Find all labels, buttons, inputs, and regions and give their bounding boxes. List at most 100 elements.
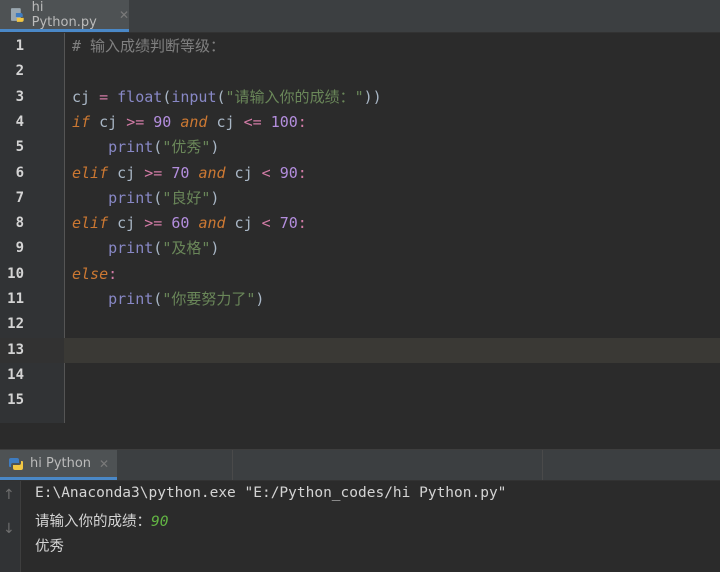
code-text: if cj >= 90 and cj <= 100: (72, 110, 307, 135)
code-token: : (297, 214, 307, 233)
code-token: ) (210, 138, 220, 157)
code-token: "你要努力了" (162, 290, 256, 308)
code-token: 60 (171, 214, 190, 233)
editor-tab-bar: hi Python.py ✕ (0, 0, 720, 33)
code-text: elif cj >= 70 and cj < 90: (72, 161, 307, 186)
code-token: ( (153, 290, 163, 308)
code-token: 90 (279, 163, 298, 182)
console-command-line: E:\Anaconda3\python.exe "E:/Python_codes… (35, 485, 507, 501)
line-number: 6 (15, 164, 24, 181)
code-text: cj = float(input("请输入你的成绩：")) (72, 85, 382, 110)
editor-tab-label: hi Python.py (31, 0, 97, 30)
code-token: 90 (153, 112, 172, 131)
line-number: 11 (7, 291, 24, 307)
code-line[interactable]: 12 (0, 312, 720, 337)
scroll-up-icon[interactable]: ↑ (3, 487, 15, 503)
editor-tab-hi-python[interactable]: hi Python.py ✕ (0, 0, 129, 32)
toolbar-separator (542, 450, 543, 480)
code-token: >= (144, 163, 163, 182)
code-token: if (72, 112, 91, 131)
code-token: print (108, 138, 154, 157)
line-number: 1 (15, 38, 24, 54)
line-number: 8 (15, 215, 24, 232)
code-token: cj (72, 87, 100, 106)
line-number: 13 (7, 341, 24, 358)
code-token: < (261, 163, 271, 182)
code-token: "及格" (162, 239, 211, 258)
code-line[interactable]: 11 print("你要努力了") (0, 287, 720, 312)
code-line[interactable]: 15 (0, 388, 720, 413)
code-token: ( (162, 87, 172, 106)
code-token: print (108, 239, 154, 258)
code-line[interactable]: 1 # 输入成绩判断等级： (0, 34, 720, 59)
line-number: 4 (15, 113, 24, 130)
code-line[interactable]: 2 (0, 59, 720, 84)
code-token: elif (72, 163, 109, 182)
code-text: # 输入成绩判断等级： (72, 34, 225, 59)
code-token: "良好" (162, 188, 211, 207)
code-token: elif (72, 214, 109, 233)
code-text: print("良好") (72, 186, 219, 211)
code-line[interactable]: 3 cj = float(input("请输入你的成绩：")) (0, 85, 720, 110)
code-token: )) (363, 87, 382, 106)
code-token: 70 (171, 163, 190, 182)
code-token: input (171, 87, 217, 106)
code-token: float (117, 87, 163, 106)
code-line[interactable]: 4 if cj >= 90 and cj <= 100: (0, 110, 720, 135)
code-text: elif cj >= 60 and cj < 70: (72, 211, 307, 236)
code-token: cj (108, 214, 145, 233)
code-token: ( (153, 188, 163, 207)
close-icon[interactable]: ✕ (99, 457, 109, 471)
code-token: print (108, 290, 154, 308)
code-token: : (108, 264, 118, 283)
code-token: "优秀" (162, 138, 211, 157)
line-number: 10 (7, 265, 24, 282)
code-token: and (180, 112, 208, 131)
code-token: cj (207, 112, 244, 131)
current-line-highlight (64, 337, 720, 363)
scroll-down-icon[interactable]: ↓ (3, 521, 15, 537)
code-line[interactable]: 10 else: (0, 262, 720, 287)
code-token: and (198, 214, 226, 233)
line-number: 5 (15, 139, 24, 156)
code-line[interactable]: 7 print("良好") (0, 186, 720, 211)
code-line[interactable]: 5 print("优秀") (0, 135, 720, 160)
line-number: 3 (15, 88, 24, 105)
code-token: < (261, 214, 271, 233)
code-text: else: (72, 262, 117, 287)
panel-divider[interactable] (0, 423, 720, 450)
code-line[interactable]: 14 (0, 363, 720, 388)
code-text: print("你要努力了") (72, 287, 264, 312)
code-token: cj (108, 163, 145, 182)
code-token: ) (255, 290, 265, 308)
run-tab-hi-python[interactable]: hi Python ✕ (0, 450, 117, 480)
code-line[interactable]: 9 print("及格") (0, 236, 720, 261)
console-user-input: 90 (151, 514, 169, 530)
python-file-icon (10, 7, 24, 22)
code-text: print("优秀") (72, 135, 219, 160)
code-line[interactable]: 8 elif cj >= 60 and cj < 70: (0, 211, 720, 236)
code-text: print("及格") (72, 236, 219, 261)
line-number: 2 (15, 63, 24, 80)
code-token: ( (153, 239, 163, 258)
code-line[interactable]: 6 elif cj >= 70 and cj < 90: (0, 161, 720, 186)
line-number: 14 (7, 366, 24, 383)
code-editor[interactable]: 1 # 输入成绩判断等级： 2 3 cj = float(input("请输入你的成绩：… (0, 33, 720, 423)
current-line[interactable]: 13 (0, 337, 720, 363)
console-prompt: 请输入你的成绩： (35, 514, 151, 530)
run-console[interactable]: ↑ ↓ E:\Anaconda3\python.exe "E:/Python_c… (0, 481, 720, 572)
code-token: and (198, 163, 226, 182)
close-icon[interactable]: ✕ (119, 8, 129, 22)
console-toolbar: ↑ ↓ (0, 481, 21, 572)
code-token: : (297, 163, 307, 182)
code-token: cj (225, 214, 262, 233)
